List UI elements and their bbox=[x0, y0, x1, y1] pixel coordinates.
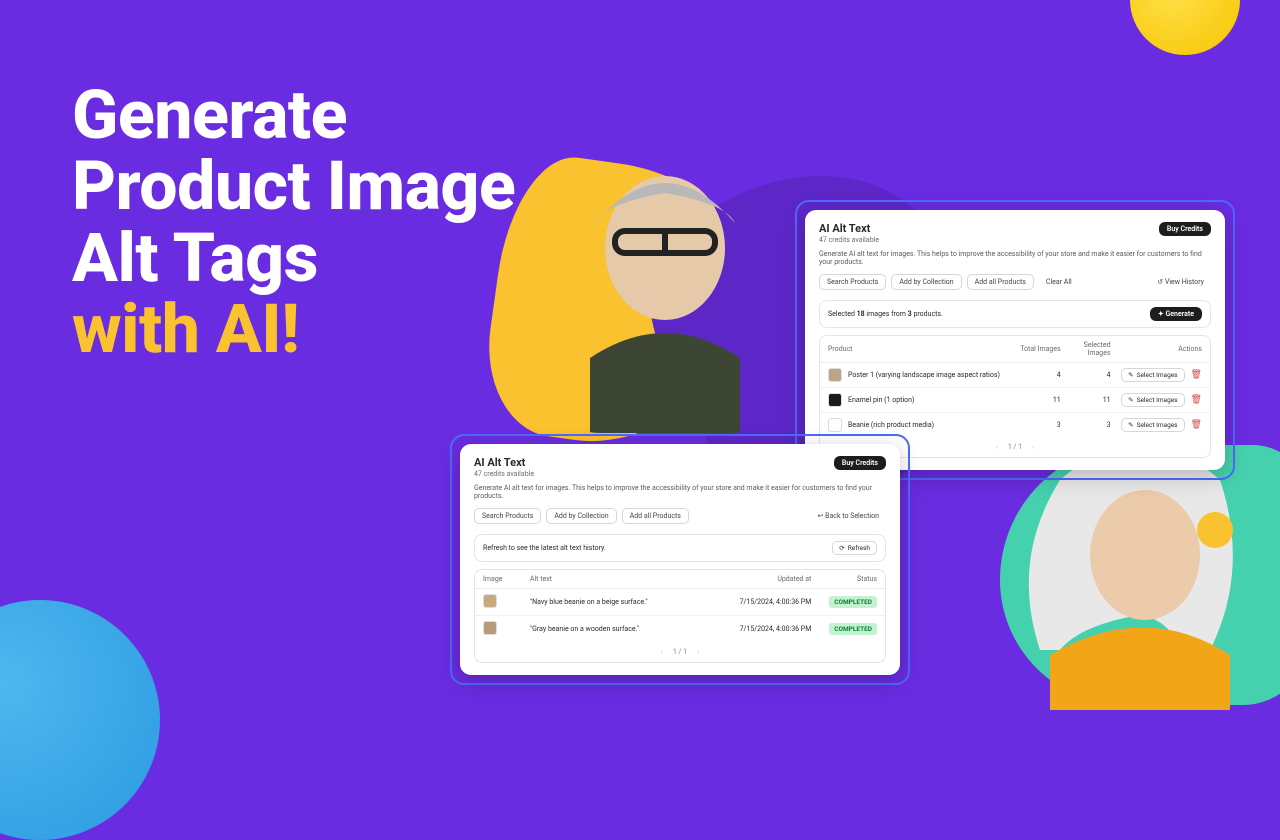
select-images-button[interactable]: ✎ Select Images bbox=[1121, 418, 1184, 432]
status-badge: COMPLETED bbox=[829, 596, 877, 608]
pencil-icon: ✎ bbox=[1128, 371, 1133, 379]
total-images: 11 bbox=[1011, 396, 1061, 404]
generate-button[interactable]: ✦ Generate bbox=[1150, 307, 1202, 321]
panel-history-frame: AI Alt Text 47 credits available Buy Cre… bbox=[450, 434, 910, 685]
table-row: Enamel pin (1 option) 1111 ✎ Select Images… bbox=[820, 388, 1210, 413]
col-selected: Selected Images bbox=[1061, 341, 1111, 357]
sparkle-icon: ✦ bbox=[1158, 310, 1164, 318]
headline-line2: Product Image bbox=[72, 151, 515, 222]
select-images-button[interactable]: ✎ Select Images bbox=[1121, 393, 1184, 407]
col-image: Image bbox=[483, 575, 530, 583]
decorative-circle-yellow bbox=[1130, 0, 1240, 55]
col-updated: Updated at bbox=[718, 575, 812, 583]
selected-images: 3 bbox=[1061, 421, 1111, 429]
headline-line3: Alt Tags bbox=[72, 223, 515, 294]
total-images: 3 bbox=[1011, 421, 1061, 429]
headline-line4: with AI! bbox=[72, 294, 515, 365]
selected-images: 11 bbox=[1061, 396, 1111, 404]
page-title: AI Alt Text bbox=[474, 456, 534, 469]
clear-all-button[interactable]: Clear All bbox=[1039, 275, 1079, 289]
table-row: "Navy blue beanie on a beige surface."7/… bbox=[475, 589, 885, 616]
product-name: Enamel pin (1 option) bbox=[848, 396, 914, 404]
pager: ‹ 1 / 1 › bbox=[475, 642, 885, 662]
product-name: Poster 1 (varying landscape image aspect… bbox=[848, 371, 1000, 379]
total-images: 4 bbox=[1011, 371, 1061, 379]
image-thumb bbox=[483, 621, 497, 635]
product-thumb bbox=[828, 393, 842, 407]
refresh-button[interactable]: ⟳ Refresh bbox=[832, 541, 877, 555]
trash-icon: 🗑 bbox=[1191, 420, 1202, 430]
add-all-products-button[interactable]: Add all Products bbox=[622, 508, 689, 524]
panel-selection: AI Alt Text 47 credits available Buy Cre… bbox=[805, 210, 1225, 470]
headline-line1: Generate bbox=[72, 80, 515, 151]
delete-button[interactable]: 🗑 bbox=[1191, 420, 1202, 430]
credits-label: 47 credits available bbox=[474, 470, 534, 478]
selection-summary: Selected 18 images from 3 products. bbox=[828, 310, 943, 318]
add-by-collection-button[interactable]: Add by Collection bbox=[546, 508, 616, 524]
refresh-icon: ⟳ bbox=[839, 544, 844, 552]
add-by-collection-button[interactable]: Add by Collection bbox=[891, 274, 961, 290]
trash-icon: 🗑 bbox=[1191, 395, 1202, 405]
search-products-button[interactable]: Search Products bbox=[474, 508, 541, 524]
search-products-button[interactable]: Search Products bbox=[819, 274, 886, 290]
buy-credits-button[interactable]: Buy Credits bbox=[1159, 222, 1211, 236]
description-text: Generate AI alt text for images. This he… bbox=[474, 484, 886, 500]
history-table: Image Alt text Updated at Status "Navy b… bbox=[474, 569, 886, 663]
status-badge: COMPLETED bbox=[829, 623, 877, 635]
image-thumb bbox=[483, 594, 497, 608]
decorative-circle-blue bbox=[0, 600, 160, 840]
col-status: Status bbox=[811, 575, 877, 583]
history-icon: ↺ bbox=[1157, 278, 1163, 286]
headline: Generate Product Image Alt Tags with AI! bbox=[72, 80, 515, 366]
selected-images: 4 bbox=[1061, 371, 1111, 379]
credits-label: 47 credits available bbox=[819, 236, 879, 244]
pencil-icon: ✎ bbox=[1128, 396, 1133, 404]
table-row: "Gray beanie on a wooden surface."7/15/2… bbox=[475, 616, 885, 642]
col-alt-text: Alt text bbox=[530, 575, 718, 583]
col-total: Total Images bbox=[1011, 345, 1061, 353]
refresh-hint: Refresh to see the latest alt text histo… bbox=[483, 544, 606, 552]
delete-button[interactable]: 🗑 bbox=[1191, 370, 1202, 380]
product-thumb bbox=[828, 418, 842, 432]
pager-prev[interactable]: ‹ bbox=[661, 648, 663, 656]
pager-prev[interactable]: ‹ bbox=[996, 443, 998, 451]
updated-at: 7/15/2024, 4:00:36 PM bbox=[718, 625, 812, 633]
view-history-button[interactable]: ↺ View History bbox=[1150, 275, 1211, 289]
select-images-button[interactable]: ✎ Select Images bbox=[1121, 368, 1184, 382]
updated-at: 7/15/2024, 4:00:36 PM bbox=[718, 598, 812, 606]
panel-history: AI Alt Text 47 credits available Buy Cre… bbox=[460, 444, 900, 675]
pager-next[interactable]: › bbox=[1032, 443, 1034, 451]
back-to-selection-button[interactable]: ↩ Back to Selection bbox=[811, 509, 887, 523]
add-all-products-button[interactable]: Add all Products bbox=[967, 274, 1034, 290]
table-row: Poster 1 (varying landscape image aspect… bbox=[820, 363, 1210, 388]
alt-text-value: "Gray beanie on a wooden surface." bbox=[530, 625, 718, 633]
col-actions: Actions bbox=[1111, 345, 1202, 353]
pencil-icon: ✎ bbox=[1128, 421, 1133, 429]
photo-person-man bbox=[540, 133, 790, 433]
alt-text-value: "Navy blue beanie on a beige surface." bbox=[530, 598, 718, 606]
trash-icon: 🗑 bbox=[1191, 370, 1202, 380]
buy-credits-button[interactable]: Buy Credits bbox=[834, 456, 886, 470]
col-product: Product bbox=[828, 345, 1011, 353]
page-title: AI Alt Text bbox=[819, 222, 879, 235]
delete-button[interactable]: 🗑 bbox=[1191, 395, 1202, 405]
description-text: Generate AI alt text for images. This he… bbox=[819, 250, 1211, 266]
pager-next[interactable]: › bbox=[697, 648, 699, 656]
product-thumb bbox=[828, 368, 842, 382]
back-arrow-icon: ↩ bbox=[818, 512, 824, 520]
product-name: Beanie (rich product media) bbox=[848, 421, 934, 429]
